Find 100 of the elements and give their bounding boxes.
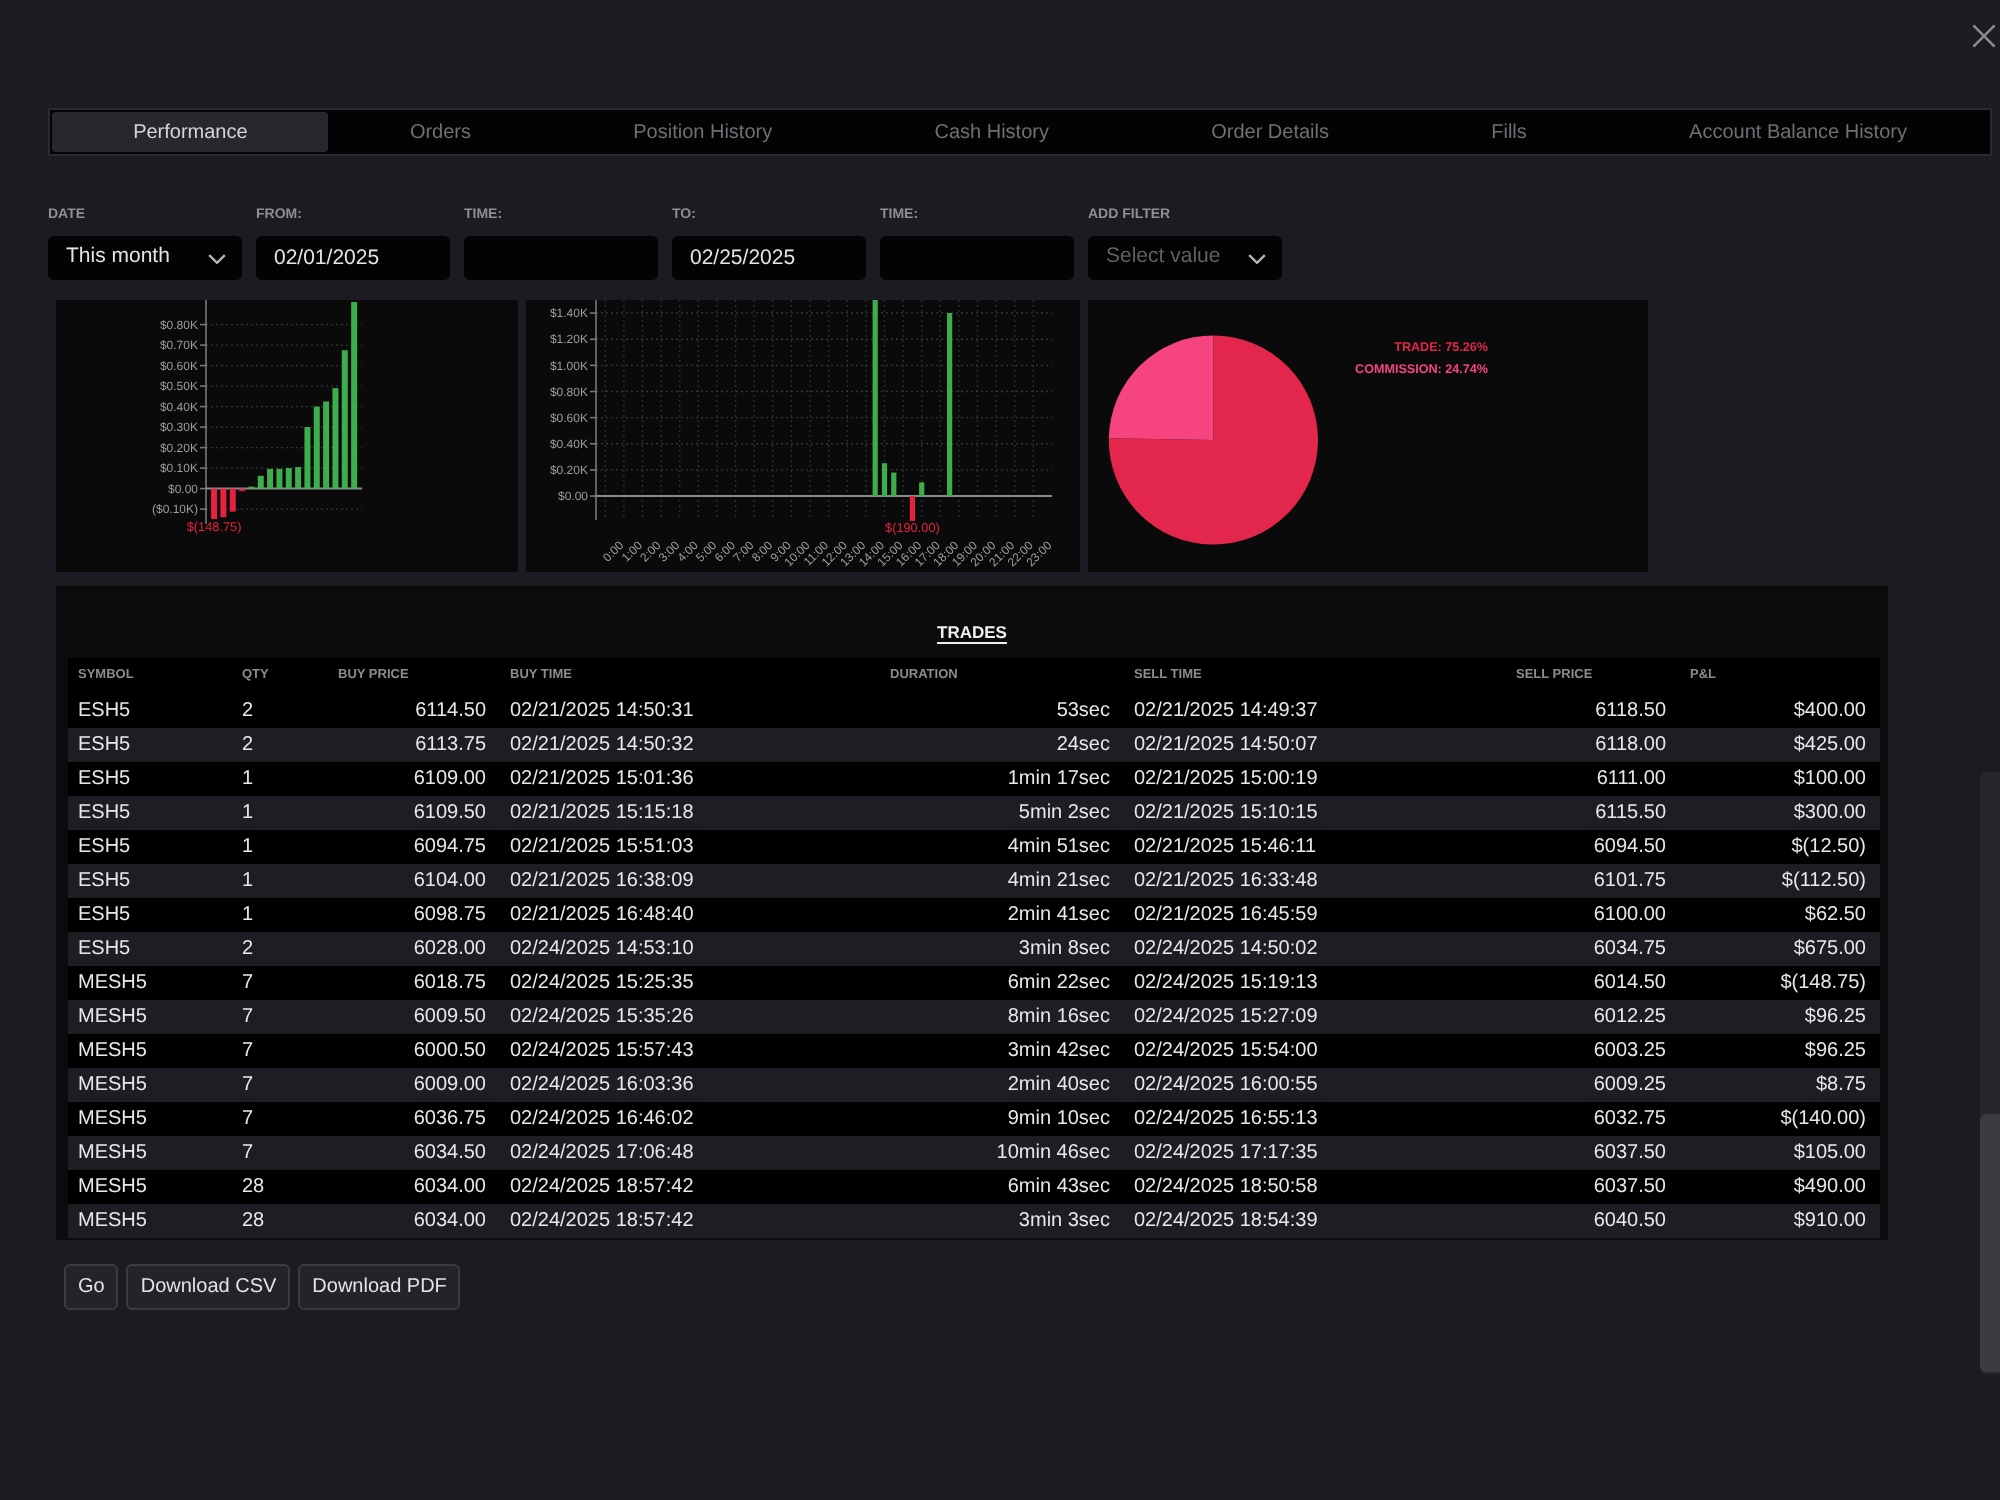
table-cell: 6037.50 <box>1506 1136 1680 1170</box>
table-cell: 02/24/2025 15:54:00 <box>1124 1034 1506 1068</box>
table-cell: 6113.75 <box>328 728 500 762</box>
table-cell: MESH5 <box>68 1034 232 1068</box>
table-cell: 02/24/2025 15:27:09 <box>1124 1000 1506 1034</box>
tab[interactable]: Order Details <box>1130 112 1411 152</box>
table-cell: 02/24/2025 18:54:39 <box>1124 1204 1506 1238</box>
table-cell: 9min 10sec <box>880 1102 1124 1136</box>
table-cell: 02/21/2025 15:01:36 <box>500 762 880 796</box>
table-cell: 6012.25 <box>1506 1000 1680 1034</box>
table-cell: 5min 2sec <box>880 796 1124 830</box>
table-cell: 02/21/2025 14:49:37 <box>1124 694 1506 728</box>
table-cell: 6032.75 <box>1506 1102 1680 1136</box>
date-dropdown[interactable]: This month <box>48 236 242 280</box>
tab[interactable]: Cash History <box>853 112 1131 152</box>
from-date-field[interactable]: 02/01/2025 <box>256 236 450 280</box>
table-cell: 1 <box>232 762 328 796</box>
table-cell: 24sec <box>880 728 1124 762</box>
table-cell: $62.50 <box>1680 898 1880 932</box>
time-field[interactable] <box>464 236 658 280</box>
table-cell: 02/21/2025 15:00:19 <box>1124 762 1506 796</box>
table-cell: MESH5 <box>68 1170 232 1204</box>
table-cell: 6000.50 <box>328 1034 500 1068</box>
table-cell: $(12.50) <box>1680 830 1880 864</box>
tab[interactable]: Position History <box>552 112 854 152</box>
table-cell: $(112.50) <box>1680 864 1880 898</box>
table-cell: 02/21/2025 14:50:32 <box>500 728 880 762</box>
table-cell: 6094.75 <box>328 830 500 864</box>
scrollbar-track[interactable] <box>1980 772 2000 1374</box>
table-cell: 02/24/2025 15:57:43 <box>500 1034 880 1068</box>
tab[interactable]: Account Balance History <box>1607 112 1989 152</box>
tab[interactable]: Orders <box>328 112 553 152</box>
table-cell: 7 <box>232 1102 328 1136</box>
table-cell: 7 <box>232 1068 328 1102</box>
scrollbar-thumb[interactable] <box>1980 1114 2000 1372</box>
table-cell: 6101.75 <box>1506 864 1680 898</box>
tab[interactable]: Performance <box>52 112 329 152</box>
table-cell: 6109.00 <box>328 762 500 796</box>
table-cell: 02/24/2025 15:35:26 <box>500 1000 880 1034</box>
table-cell: MESH5 <box>68 1102 232 1136</box>
table-cell: 02/24/2025 14:50:02 <box>1124 932 1506 966</box>
table-cell: 28 <box>232 1170 328 1204</box>
table-cell: 02/21/2025 15:51:03 <box>500 830 880 864</box>
table-cell: ESH5 <box>68 898 232 932</box>
table-cell: $300.00 <box>1680 796 1880 830</box>
bar <box>881 463 888 497</box>
table-cell: MESH5 <box>68 1136 232 1170</box>
table-cell: 2 <box>232 932 328 966</box>
table-cell: 7 <box>232 1034 328 1068</box>
download-csv-button[interactable]: Download CSV <box>126 1264 291 1310</box>
table-cell: MESH5 <box>68 1204 232 1238</box>
table-cell: 6118.50 <box>1506 694 1680 728</box>
chevron-down-icon <box>208 253 226 263</box>
tab[interactable]: Fills <box>1410 112 1608 152</box>
table-cell: 6028.00 <box>328 932 500 966</box>
table-cell: ESH5 <box>68 796 232 830</box>
table-cell: 6min 43sec <box>880 1170 1124 1204</box>
table-cell: $400.00 <box>1680 694 1880 728</box>
table-cell: ESH5 <box>68 694 232 728</box>
to-date-field[interactable]: 02/25/2025 <box>672 236 866 280</box>
table-cell: 2min 41sec <box>880 898 1124 932</box>
table-cell: 6009.50 <box>328 1000 500 1034</box>
table-cell: ESH5 <box>68 728 232 762</box>
table-cell: 6034.00 <box>328 1204 500 1238</box>
table-cell: 02/24/2025 18:50:58 <box>1124 1170 1506 1204</box>
table-cell: 2min 40sec <box>880 1068 1124 1102</box>
table-cell: $8.75 <box>1680 1068 1880 1102</box>
table-cell: MESH5 <box>68 966 232 1000</box>
time-field[interactable] <box>880 236 1074 280</box>
close-icon[interactable] <box>1972 24 1996 48</box>
table-cell: 1 <box>232 864 328 898</box>
table-cell: 02/24/2025 17:06:48 <box>500 1136 880 1170</box>
table-cell: 2 <box>232 728 328 762</box>
table-cell: 02/21/2025 16:33:48 <box>1124 864 1506 898</box>
table-title: TRADES <box>937 622 1007 642</box>
table-cell: ESH5 <box>68 830 232 864</box>
table-cell: 6118.00 <box>1506 728 1680 762</box>
table-cell: $(140.00) <box>1680 1102 1880 1136</box>
table-cell: $490.00 <box>1680 1170 1880 1204</box>
table-cell: 6104.00 <box>328 864 500 898</box>
table-cell: 7 <box>232 966 328 1000</box>
table-cell: 6034.00 <box>328 1170 500 1204</box>
table-cell: 4min 21sec <box>880 864 1124 898</box>
table-cell: 02/21/2025 14:50:07 <box>1124 728 1506 762</box>
table-cell: MESH5 <box>68 1068 232 1102</box>
go-button[interactable]: Go <box>64 1264 119 1310</box>
table-cell: $96.25 <box>1680 1000 1880 1034</box>
table-cell: 02/24/2025 18:57:42 <box>500 1204 880 1238</box>
bar <box>891 472 897 497</box>
table-cell: 1 <box>232 830 328 864</box>
download-pdf-button[interactable]: Download PDF <box>298 1264 461 1310</box>
table-cell: 02/24/2025 17:17:35 <box>1124 1136 1506 1170</box>
table-cell: 4min 51sec <box>880 830 1124 864</box>
table-cell: 1 <box>232 898 328 932</box>
table-cell: ESH5 <box>68 932 232 966</box>
table-cell: 02/24/2025 16:00:55 <box>1124 1068 1506 1102</box>
table-cell: 02/24/2025 16:46:02 <box>500 1102 880 1136</box>
table-cell: 02/21/2025 14:50:31 <box>500 694 880 728</box>
table-cell: $910.00 <box>1680 1204 1880 1238</box>
table-cell: $96.25 <box>1680 1034 1880 1068</box>
